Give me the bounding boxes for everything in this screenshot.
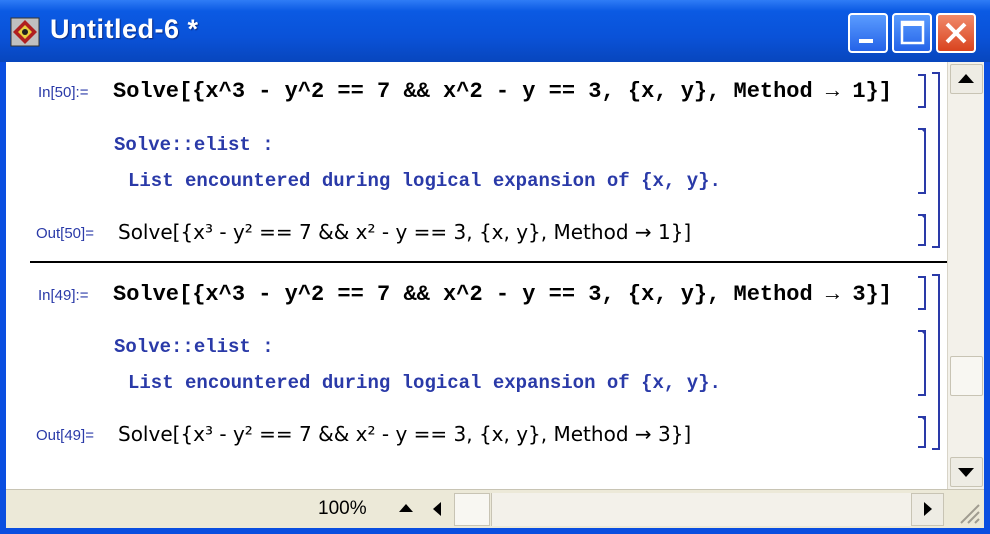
output-cell[interactable]: Solve[{x³ - y² == 7 && x² - y == 3, {x, …: [118, 220, 691, 244]
input-label: In[49]:=: [38, 287, 89, 304]
zoom-level[interactable]: 100%: [318, 498, 367, 520]
output-label: Out[49]=: [36, 427, 94, 444]
mathematica-icon[interactable]: [10, 17, 40, 47]
arrow-left-icon: [433, 502, 441, 516]
horizontal-scroll-track[interactable]: [491, 493, 911, 526]
vertical-scroll-thumb[interactable]: [950, 356, 983, 396]
notebook-window: Untitled-6 * In[50]:= Solve[{x^3 - y^2 =…: [0, 0, 990, 534]
close-button[interactable]: [936, 13, 976, 53]
cell-bracket[interactable]: [918, 214, 926, 246]
scroll-right-button[interactable]: [911, 493, 944, 526]
close-icon: [945, 22, 967, 44]
window-title: Untitled-6 *: [50, 14, 199, 44]
notebook-content[interactable]: In[50]:= Solve[{x^3 - y^2 == 7 && x^2 - …: [6, 62, 947, 489]
status-bar: 100%: [6, 489, 984, 528]
input-cell[interactable]: Solve[{x^3 - y^2 == 7 && x^2 - y == 3, {…: [113, 79, 892, 104]
resize-grip-icon[interactable]: [949, 493, 982, 526]
arrow-down-icon: [958, 468, 974, 477]
maximize-button[interactable]: [892, 13, 932, 53]
input-label: In[50]:=: [38, 84, 89, 101]
cell-bracket[interactable]: [918, 128, 926, 194]
cell-bracket[interactable]: [918, 276, 926, 310]
cell-bracket[interactable]: [918, 416, 926, 448]
minimize-icon: [859, 39, 873, 43]
minimize-button[interactable]: [848, 13, 888, 53]
cell-insertion-line: [30, 261, 947, 263]
zoom-in-button[interactable]: [392, 496, 420, 522]
output-label: Out[50]=: [36, 225, 94, 242]
notebook-client: In[50]:= Solve[{x^3 - y^2 == 7 && x^2 - …: [6, 62, 984, 528]
cell-bracket[interactable]: [918, 330, 926, 396]
vertical-scrollbar[interactable]: [947, 62, 984, 489]
maximize-icon: [900, 20, 925, 45]
cell-bracket[interactable]: [918, 74, 926, 108]
scroll-up-button[interactable]: [950, 64, 983, 94]
message-text: List encountered during logical expansio…: [128, 170, 721, 192]
group-bracket[interactable]: [932, 72, 940, 248]
arrow-up-icon: [958, 74, 974, 83]
group-bracket[interactable]: [932, 274, 940, 450]
scroll-left-button[interactable]: [424, 496, 452, 522]
scroll-down-button[interactable]: [950, 457, 983, 487]
arrow-right-icon: [924, 502, 932, 516]
message-text: List encountered during logical expansio…: [128, 372, 721, 394]
output-cell[interactable]: Solve[{x³ - y² == 7 && x² - y == 3, {x, …: [118, 422, 691, 446]
title-bar[interactable]: Untitled-6 *: [0, 0, 990, 62]
input-cell[interactable]: Solve[{x^3 - y^2 == 7 && x^2 - y == 3, {…: [113, 282, 892, 307]
horizontal-scroll-thumb[interactable]: [454, 493, 490, 526]
message-name: Solve::elist :: [114, 134, 274, 156]
triangle-up-icon: [399, 504, 413, 512]
message-name: Solve::elist :: [114, 336, 274, 358]
